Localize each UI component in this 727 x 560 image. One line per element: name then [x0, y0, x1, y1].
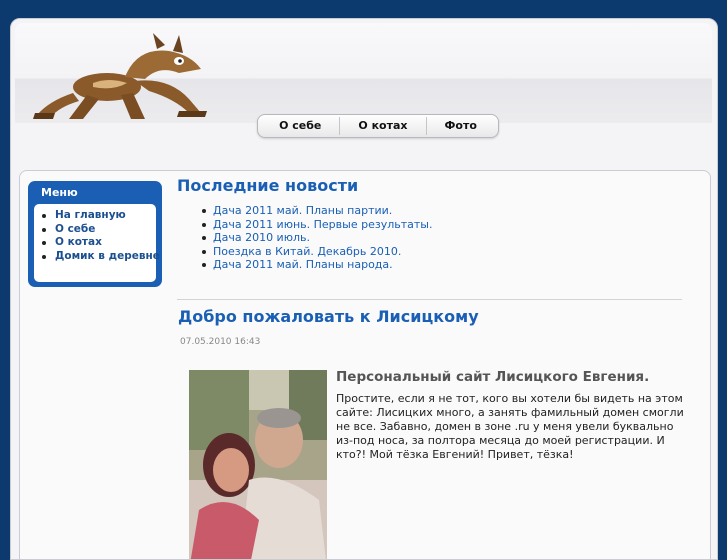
couple-photo: [189, 370, 327, 559]
sidebar-menu: Меню На главную О себе О котах Домик в д…: [28, 181, 162, 287]
article-subtitle: Персональный сайт Лисицкого Евгения.: [336, 369, 650, 385]
sidebar-item-home[interactable]: На главную: [34, 209, 156, 223]
page-frame: О себе О котах Фото Меню На главную О се…: [10, 18, 718, 560]
news-heading: Последние новости: [177, 176, 359, 195]
nav-about-me[interactable]: О себе: [261, 117, 339, 135]
nav-photo[interactable]: Фото: [425, 117, 495, 135]
article-title[interactable]: Добро пожаловать к Лисицкому: [178, 307, 479, 326]
article-body: Простите, если я не тот, кого вы хотели …: [336, 392, 684, 461]
news-link[interactable]: Дача 2011 май. Планы партии.: [201, 204, 432, 218]
site-header: [15, 23, 712, 123]
sidebar-item-about[interactable]: О себе: [34, 223, 156, 237]
top-navigation: О себе О котах Фото: [257, 114, 499, 138]
coyote-logo[interactable]: [29, 29, 214, 121]
sidebar-item-cats[interactable]: О котах: [34, 236, 156, 250]
content-area: Меню На главную О себе О котах Домик в д…: [19, 170, 711, 559]
section-divider: [177, 299, 682, 300]
news-link[interactable]: Дача 2011 июнь. Первые результаты.: [201, 218, 432, 232]
sidebar-item-house[interactable]: Домик в деревне: [34, 250, 160, 264]
news-link[interactable]: Дача 2010 июль.: [201, 231, 432, 245]
nav-about-cats[interactable]: О котах: [339, 117, 425, 135]
menu-list: На главную О себе О котах Домик в деревн…: [34, 204, 160, 282]
news-link[interactable]: Дача 2011 май. Планы народа.: [201, 258, 432, 272]
article-date: 07.05.2010 16:43: [180, 337, 261, 347]
news-list: Дача 2011 май. Планы партии. Дача 2011 и…: [201, 204, 432, 272]
news-link[interactable]: Поездка в Китай. Декабрь 2010.: [201, 245, 432, 259]
menu-title: Меню: [41, 186, 78, 199]
